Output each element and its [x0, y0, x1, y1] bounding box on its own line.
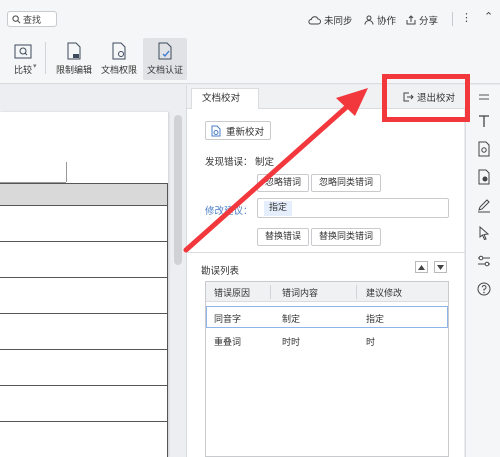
recheck-label: 重新校对 — [226, 126, 265, 138]
table-cell — [0, 205, 168, 242]
error-word-cell: 制定 — [282, 315, 301, 325]
column-separator — [270, 285, 271, 299]
restrict-edit-label: 限制编辑 — [55, 66, 92, 76]
document-page[interactable] — [0, 112, 168, 457]
error-list-title: 勘误列表 — [201, 266, 240, 277]
cursor-icon[interactable] — [476, 225, 492, 241]
fix-suggestion-field[interactable]: 指定 — [257, 198, 449, 218]
table-row[interactable]: 重叠词 时时 时 — [206, 330, 448, 352]
sliders-icon[interactable] — [476, 253, 492, 269]
user-icon — [364, 15, 374, 25]
share-label: 分享 — [419, 16, 439, 27]
proofread-panel: 文档校对 退出校对 重新校对 发现错误： 制定 忽略错词 忽略同类错词 修改建议… — [186, 85, 465, 457]
column-header: 错误原因 — [214, 289, 251, 299]
recheck-icon — [211, 125, 221, 136]
error-reason-cell: 重叠词 — [214, 338, 242, 348]
right-sidebar — [465, 85, 500, 457]
unsynced-label: 未同步 — [324, 16, 353, 27]
document-area — [0, 85, 186, 457]
restrict-edit-button[interactable]: 限制编辑 — [52, 38, 96, 80]
menu-lines-icon[interactable] — [476, 89, 492, 105]
cloud-icon — [308, 16, 321, 25]
highlight-box — [382, 74, 470, 122]
table-cell — [0, 385, 168, 422]
column-header: 错词内容 — [282, 289, 319, 299]
suggestion-cell: 时 — [366, 338, 376, 348]
triangle-up-icon — [418, 264, 425, 270]
more-icon[interactable]: ⋮ — [461, 11, 472, 24]
error-table: 错误原因 错词内容 建议修改 同音字 制定 指定 重叠词 时时 时 — [205, 281, 449, 457]
document-search-icon[interactable] — [476, 141, 492, 157]
section-divider — [187, 252, 465, 253]
doc-permission-button[interactable]: 文档权限 — [99, 38, 139, 80]
margin-mark — [66, 162, 67, 182]
prev-error-button[interactable] — [415, 261, 428, 273]
compare-icon — [14, 44, 32, 59]
error-word-cell: 时时 — [282, 338, 301, 348]
table-cell — [0, 241, 168, 278]
doc-auth-icon — [158, 42, 172, 60]
replace-button[interactable]: 替换错误 — [257, 228, 309, 246]
compare-dropdown-icon[interactable]: ▾ — [33, 62, 37, 70]
table-cell — [0, 277, 168, 314]
triangle-down-icon — [437, 264, 444, 270]
table-cell — [0, 421, 168, 457]
topbar-divider — [452, 12, 453, 26]
recheck-button[interactable]: 重新校对 — [205, 121, 272, 140]
compare-label: 比较 — [13, 66, 32, 76]
error-table-header: 错误原因 错词内容 建议修改 — [206, 282, 448, 302]
error-reason-cell: 同音字 — [214, 315, 242, 325]
pen-icon[interactable] — [476, 197, 492, 213]
replace-similar-button[interactable]: 替换同类错词 — [311, 228, 381, 246]
help-icon[interactable] — [476, 281, 492, 297]
table-header-cell — [0, 183, 168, 206]
document-scrollbar[interactable] — [174, 115, 182, 265]
collab-label: 协作 — [377, 16, 397, 27]
doc-permission-icon — [112, 42, 126, 60]
ribbon-separator — [45, 42, 46, 74]
unsynced-button[interactable]: 未同步 — [308, 13, 353, 27]
search-icon — [12, 14, 21, 23]
ignore-similar-button[interactable]: 忽略同类错词 — [311, 174, 381, 192]
doc-permission-label: 文档权限 — [100, 66, 137, 76]
ignore-button[interactable]: 忽略错词 — [257, 174, 309, 192]
table-cell — [0, 313, 168, 350]
found-error-value: 制定 — [255, 157, 275, 168]
search-button[interactable]: 查找 — [7, 11, 57, 27]
column-header: 建议修改 — [366, 289, 403, 299]
fix-suggestion-label: 修改建议： — [205, 206, 253, 217]
text-icon[interactable] — [476, 113, 492, 129]
top-bar: 查找 未同步 协作 分享 ⋮ ⌃ — [0, 0, 500, 34]
tab-proofread[interactable]: 文档校对 — [191, 88, 259, 109]
next-error-button[interactable] — [434, 261, 447, 273]
compare-button[interactable]: 比较 — [6, 38, 40, 80]
table-row[interactable]: 同音字 制定 指定 — [206, 306, 448, 328]
suggestion-cell: 指定 — [366, 315, 385, 325]
share-button[interactable]: 分享 — [406, 13, 438, 27]
column-separator — [356, 285, 357, 299]
table-cell — [0, 349, 168, 386]
collab-button[interactable]: 协作 — [364, 13, 396, 27]
share-icon — [406, 15, 416, 25]
collapse-icon[interactable]: ⌃ — [484, 10, 493, 23]
search-label: 查找 — [23, 15, 42, 26]
doc-auth-label: 文档认证 — [146, 66, 183, 76]
found-error-label: 发现错误： — [205, 157, 253, 168]
doc-auth-button[interactable]: 文档认证 — [143, 38, 187, 80]
restrict-edit-icon — [67, 42, 81, 60]
document-settings-icon[interactable] — [476, 169, 492, 185]
fix-suggestion-chip[interactable]: 指定 — [264, 201, 293, 216]
